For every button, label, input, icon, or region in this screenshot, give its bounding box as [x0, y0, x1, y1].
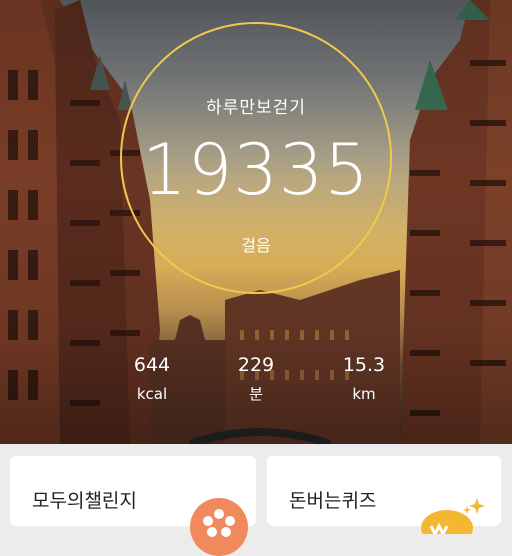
- stat-distance: 15.3 km: [324, 352, 404, 406]
- flower-icon: [190, 498, 248, 556]
- step-unit: 걸음: [241, 236, 271, 255]
- quiz-card-label: 돈버는퀴즈: [289, 490, 377, 512]
- calories-unit: kcal: [136, 385, 168, 403]
- minutes-value: 229: [237, 354, 275, 376]
- distance-unit: km: [352, 385, 376, 403]
- distance-value: 15.3: [342, 354, 386, 376]
- feature-cards: 모두의챌린지 돈버는퀴즈: [0, 444, 512, 556]
- step-count: 19335: [142, 129, 370, 211]
- calories-value: 644: [133, 354, 171, 376]
- coin-sparkle-icon: [421, 498, 485, 534]
- walk-title: 하루만보걷기: [206, 98, 306, 118]
- stat-minutes: 229 분: [216, 352, 296, 406]
- challenge-card-label: 모두의챌린지: [32, 490, 137, 512]
- stat-calories: 644 kcal: [112, 352, 192, 406]
- quiz-card[interactable]: 돈버는퀴즈: [267, 456, 501, 534]
- minutes-unit: 분: [249, 385, 263, 403]
- challenge-card[interactable]: 모두의챌린지: [10, 456, 256, 556]
